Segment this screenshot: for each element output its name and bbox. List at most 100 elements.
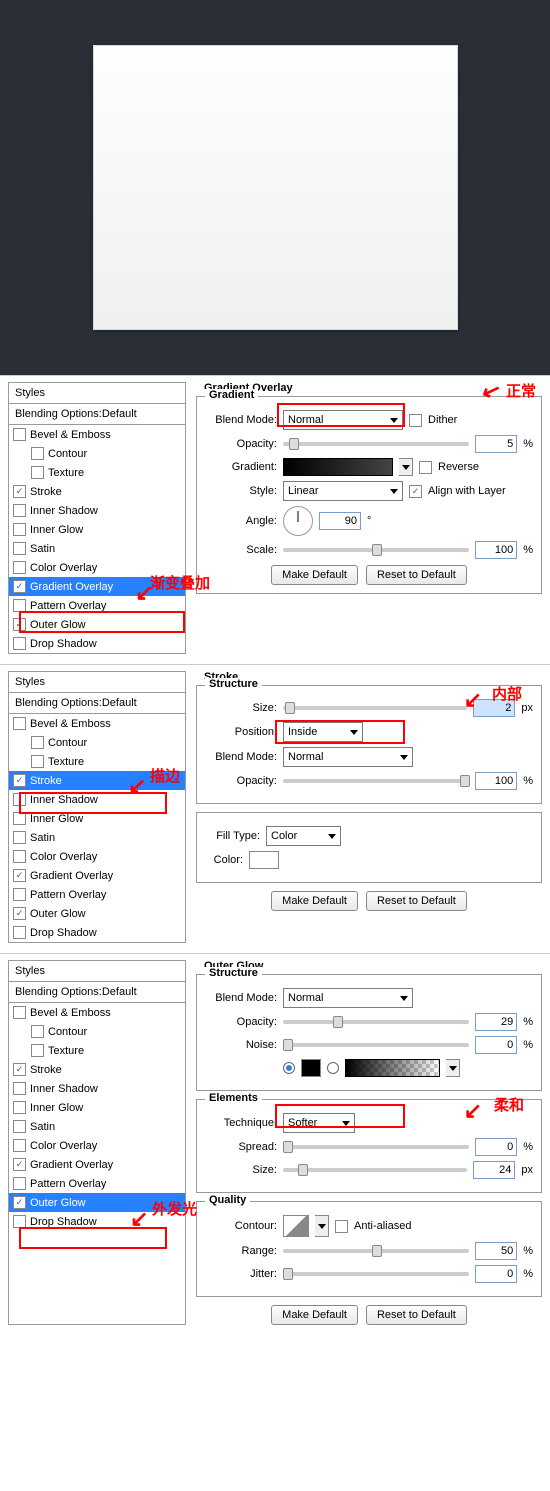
range-slider[interactable] <box>283 1249 469 1253</box>
make-default-button[interactable]: Make Default <box>271 891 358 911</box>
fill-type-select[interactable]: Color <box>266 826 341 846</box>
opacity-slider[interactable] <box>283 1020 469 1024</box>
checkbox[interactable] <box>13 1101 26 1114</box>
checkbox-checked[interactable]: ✓ <box>13 580 26 593</box>
checkbox[interactable] <box>31 755 44 768</box>
style-inner-shadow[interactable]: Inner Shadow <box>9 1079 185 1098</box>
style-satin[interactable]: Satin <box>9 539 185 558</box>
color-radio[interactable] <box>283 1062 295 1074</box>
checkbox[interactable] <box>13 1006 26 1019</box>
opacity-slider[interactable] <box>283 779 469 783</box>
style-stroke[interactable]: ✓Stroke <box>9 482 185 501</box>
style-stroke[interactable]: ✓Stroke <box>9 1060 185 1079</box>
glow-gradient-swatch[interactable] <box>345 1059 440 1077</box>
checkbox[interactable] <box>13 561 26 574</box>
style-contour[interactable]: Contour <box>9 1022 185 1041</box>
style-outer-glow[interactable]: ✓Outer Glow <box>9 615 185 634</box>
angle-input[interactable]: 90 <box>319 512 361 530</box>
blend-mode-select[interactable]: Normal <box>283 988 413 1008</box>
opacity-slider[interactable] <box>283 442 469 446</box>
jitter-input[interactable]: 0 <box>475 1265 517 1283</box>
checkbox[interactable] <box>13 504 26 517</box>
glow-color-swatch[interactable] <box>301 1059 321 1077</box>
checkbox[interactable] <box>31 466 44 479</box>
checkbox[interactable] <box>13 831 26 844</box>
checkbox[interactable] <box>13 793 26 806</box>
style-contour[interactable]: Contour <box>9 733 185 752</box>
style-texture[interactable]: Texture <box>9 463 185 482</box>
contour-swatch[interactable] <box>283 1215 309 1237</box>
style-pattern-overlay[interactable]: Pattern Overlay <box>9 596 185 615</box>
checkbox-checked[interactable]: ✓ <box>13 907 26 920</box>
blending-options-row[interactable]: Blending Options:Default <box>9 404 185 425</box>
checkbox-checked[interactable]: ✓ <box>13 485 26 498</box>
style-satin[interactable]: Satin <box>9 828 185 847</box>
style-inner-glow[interactable]: Inner Glow <box>9 520 185 539</box>
checkbox[interactable] <box>13 428 26 441</box>
style-texture[interactable]: Texture <box>9 1041 185 1060</box>
checkbox[interactable] <box>13 1082 26 1095</box>
style-bevel[interactable]: Bevel & Emboss <box>9 714 185 733</box>
blend-mode-select[interactable]: Normal <box>283 410 403 430</box>
blending-options-row[interactable]: Blending Options:Default <box>9 982 185 1003</box>
size-slider[interactable] <box>283 1168 467 1172</box>
checkbox[interactable] <box>31 447 44 460</box>
style-inner-glow[interactable]: Inner Glow <box>9 809 185 828</box>
scale-slider[interactable] <box>283 548 469 552</box>
style-gradient-overlay[interactable]: ✓Gradient Overlay <box>9 1155 185 1174</box>
style-drop-shadow[interactable]: Drop Shadow <box>9 634 185 653</box>
style-inner-shadow[interactable]: Inner Shadow <box>9 501 185 520</box>
style-pattern-overlay[interactable]: Pattern Overlay <box>9 1174 185 1193</box>
gradient-radio[interactable] <box>327 1062 339 1074</box>
checkbox[interactable] <box>31 1044 44 1057</box>
checkbox-checked[interactable]: ✓ <box>13 1158 26 1171</box>
style-contour[interactable]: Contour <box>9 444 185 463</box>
range-input[interactable]: 50 <box>475 1242 517 1260</box>
reset-default-button[interactable]: Reset to Default <box>366 1305 467 1325</box>
checkbox[interactable] <box>13 1139 26 1152</box>
checkbox[interactable] <box>13 1177 26 1190</box>
opacity-input[interactable]: 100 <box>475 772 517 790</box>
checkbox[interactable] <box>13 542 26 555</box>
style-select[interactable]: Linear <box>283 481 403 501</box>
color-swatch[interactable] <box>249 851 279 869</box>
size-input[interactable]: 24 <box>473 1161 515 1179</box>
position-select[interactable]: Inside <box>283 722 363 742</box>
jitter-slider[interactable] <box>283 1272 469 1276</box>
checkbox-checked[interactable]: ✓ <box>13 1196 26 1209</box>
checkbox[interactable] <box>13 1215 26 1228</box>
checkbox[interactable] <box>13 888 26 901</box>
checkbox-checked[interactable]: ✓ <box>13 1063 26 1076</box>
reset-default-button[interactable]: Reset to Default <box>366 891 467 911</box>
spread-input[interactable]: 0 <box>475 1138 517 1156</box>
style-inner-shadow[interactable]: Inner Shadow <box>9 790 185 809</box>
gradient-picker-icon[interactable] <box>399 458 413 476</box>
align-checkbox[interactable]: ✓ <box>409 485 422 498</box>
checkbox-checked[interactable]: ✓ <box>13 774 26 787</box>
make-default-button[interactable]: Make Default <box>271 1305 358 1325</box>
style-satin[interactable]: Satin <box>9 1117 185 1136</box>
checkbox[interactable] <box>13 812 26 825</box>
reverse-checkbox[interactable] <box>419 461 432 474</box>
checkbox[interactable] <box>13 926 26 939</box>
size-slider[interactable] <box>283 706 467 710</box>
checkbox[interactable] <box>13 523 26 536</box>
dither-checkbox[interactable] <box>409 414 422 427</box>
checkbox[interactable] <box>13 1120 26 1133</box>
style-inner-glow[interactable]: Inner Glow <box>9 1098 185 1117</box>
opacity-input[interactable]: 5 <box>475 435 517 453</box>
checkbox[interactable] <box>13 717 26 730</box>
reset-default-button[interactable]: Reset to Default <box>366 565 467 585</box>
checkbox[interactable] <box>13 637 26 650</box>
style-color-overlay[interactable]: Color Overlay <box>9 847 185 866</box>
checkbox[interactable] <box>31 736 44 749</box>
style-gradient-overlay[interactable]: ✓Gradient Overlay <box>9 866 185 885</box>
blending-options-row[interactable]: Blending Options:Default <box>9 693 185 714</box>
checkbox[interactable] <box>13 599 26 612</box>
make-default-button[interactable]: Make Default <box>271 565 358 585</box>
contour-picker-icon[interactable] <box>315 1215 329 1237</box>
anti-aliased-checkbox[interactable] <box>335 1220 348 1233</box>
style-outer-glow[interactable]: ✓Outer Glow <box>9 904 185 923</box>
opacity-input[interactable]: 29 <box>475 1013 517 1031</box>
checkbox[interactable] <box>31 1025 44 1038</box>
